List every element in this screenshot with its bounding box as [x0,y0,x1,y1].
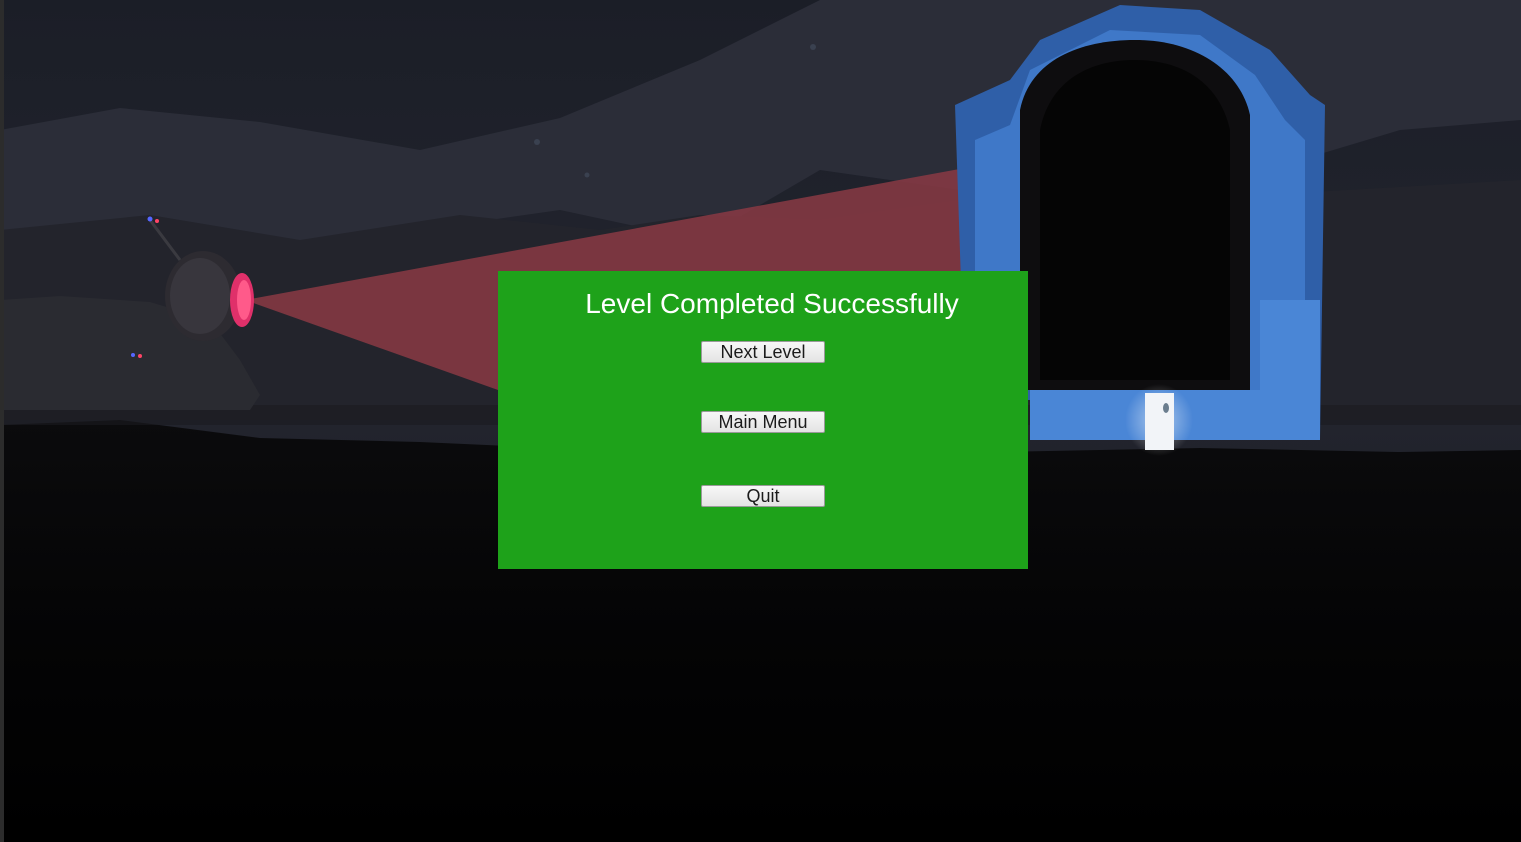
level-complete-panel: Level Completed Successfully Next Level … [498,271,1028,569]
window-edge [0,0,4,842]
star [534,139,540,145]
quit-button[interactable]: Quit [701,485,825,507]
white-door [1145,393,1174,450]
door-handle [1163,403,1169,413]
next-level-button[interactable]: Next Level [701,341,825,363]
star [584,172,590,178]
star [810,44,816,50]
main-menu-button[interactable]: Main Menu [701,411,825,433]
level-complete-title: Level Completed Successfully [585,288,959,319]
